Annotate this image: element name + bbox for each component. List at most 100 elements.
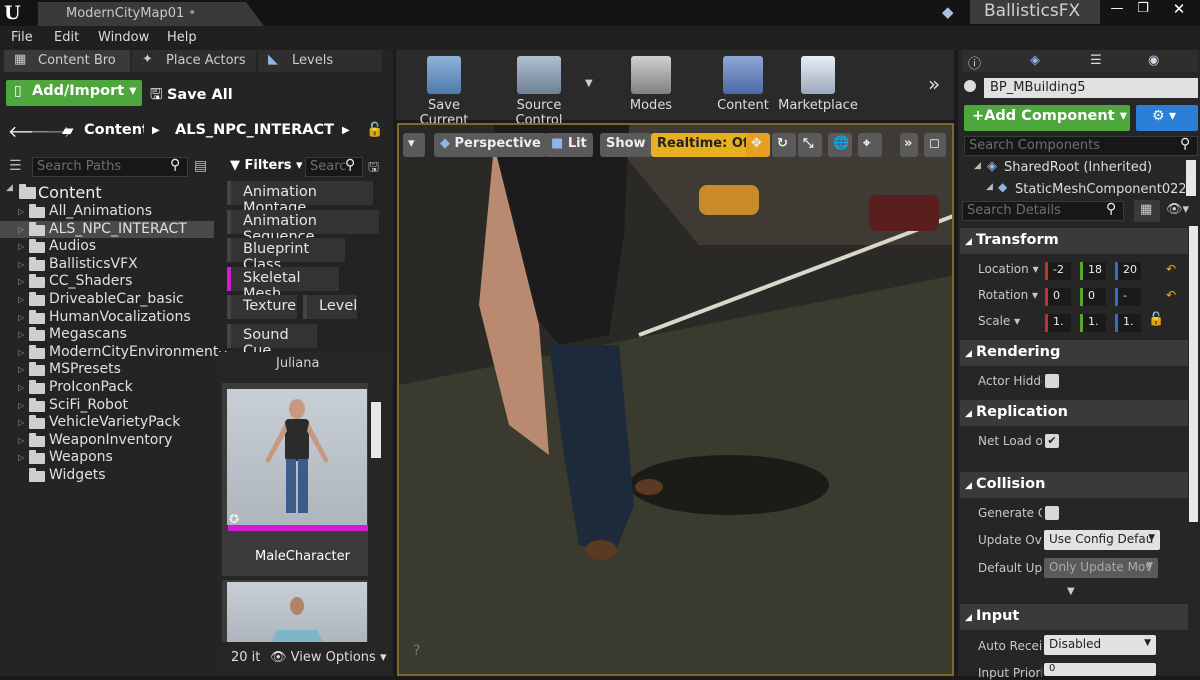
details-view-options-icon[interactable]: 👁▾ — [1166, 202, 1189, 217]
expand-staticmesh-icon[interactable]: ◢ — [986, 182, 993, 192]
sources-toggle-icon[interactable]: ☰ — [9, 158, 22, 174]
rotate-icon[interactable]: ↻ — [772, 133, 796, 157]
component-staticmesh[interactable]: StaticMeshComponent0226 — [1015, 182, 1185, 197]
save-all-button[interactable]: 🖫 Save All — [150, 84, 233, 109]
translate-icon[interactable]: ✥ — [746, 133, 770, 157]
breadcrumb-als-npc-interact[interactable]: ALS_NPC_INTERACT — [175, 122, 334, 138]
tree-folder-item[interactable]: ▷ ALS_NPC_INTERACT — [0, 220, 214, 238]
section-input[interactable]: ◢ Input — [960, 604, 1188, 630]
modes-button[interactable]: Modes — [626, 50, 676, 118]
reset-rotation-icon[interactable]: ↶ — [1166, 288, 1176, 302]
expand-folder-icon[interactable]: ▷ — [18, 344, 24, 361]
lit-button[interactable]: ■ Lit — [545, 133, 593, 157]
advanced-expand-icon[interactable]: ▼ — [1067, 586, 1075, 597]
tab-place-actors[interactable]: ✦ Place Actors — [132, 50, 256, 72]
filter-chip-sound-cue[interactable]: Sound Cue — [227, 324, 317, 359]
location-x-field[interactable]: -2 — [1045, 262, 1071, 280]
add-component-button[interactable]: +Add Component ▾ — [964, 105, 1130, 131]
generate-overlap-checkbox[interactable] — [1045, 506, 1059, 520]
filter-chip-texture[interactable]: Texture — [227, 295, 297, 319]
menu-window[interactable]: Window — [98, 30, 149, 45]
search-components-input[interactable]: Search Components — [964, 136, 1198, 156]
details-tab-icon[interactable]: ⓘ — [968, 53, 981, 72]
location-y-field[interactable]: 18 — [1080, 262, 1106, 280]
world-outliner-tab-icon[interactable]: ◈ — [1030, 53, 1040, 68]
expand-sharedroot-icon[interactable]: ◢ — [974, 161, 981, 171]
source-control-dropdown-icon[interactable]: ▼ — [585, 78, 593, 89]
tree-root-content[interactable]: Content — [38, 183, 102, 202]
realtime-toggle[interactable]: Realtime: Off — [651, 133, 760, 157]
rotation-z-field[interactable]: - — [1115, 288, 1141, 306]
expand-folder-icon[interactable]: ▷ — [18, 414, 24, 431]
reset-location-icon[interactable]: ↶ — [1166, 262, 1176, 276]
scale-z-field[interactable]: 1. — [1115, 314, 1141, 332]
default-update-select[interactable]: Only Update Mov ▼ — [1044, 558, 1158, 578]
filters-dropdown[interactable]: ▼ Filters ▾ — [230, 158, 303, 173]
expand-folder-icon[interactable]: ▷ — [18, 449, 24, 466]
actor-name-field[interactable]: BP_MBuilding5 — [984, 78, 1198, 98]
auto-receive-select[interactable]: Disabled ▼ — [1044, 635, 1156, 655]
perspective-button[interactable]: ◆ Perspective — [434, 133, 547, 157]
breadcrumb-content[interactable]: Content — [84, 122, 144, 138]
section-replication[interactable]: ◢ Replication — [960, 400, 1188, 426]
world-local-icon[interactable]: 🌐 — [828, 133, 852, 157]
source-control-button[interactable]: Source Control — [492, 50, 586, 128]
path-view-options-icon[interactable]: ▤ — [194, 158, 207, 174]
menu-help[interactable]: Help — [167, 30, 197, 45]
tree-folder-item[interactable]: ▷ DriveableCar_basic — [0, 291, 214, 308]
viewport-more-icon[interactable]: » — [900, 133, 918, 157]
expand-folder-icon[interactable]: ▷ — [18, 432, 24, 449]
viewport-options-dropdown[interactable]: ▾ — [403, 133, 425, 157]
expand-folder-icon[interactable]: ▷ — [18, 291, 24, 308]
search-paths-input[interactable]: Search Paths — [32, 157, 188, 177]
close-button[interactable]: ✕ — [1166, 0, 1192, 18]
update-overlaps-select[interactable]: Use Config Defau ▼ — [1044, 530, 1160, 550]
expand-root-icon[interactable]: ◢ — [6, 183, 13, 193]
expand-folder-icon[interactable]: ▷ — [18, 273, 24, 290]
tree-folder-item[interactable]: ▷ Weapons — [0, 449, 214, 466]
lock-icon[interactable]: 🔓 — [366, 122, 383, 138]
save-current-button[interactable]: Save Current — [402, 50, 486, 128]
viewport-help-icon[interactable]: ? — [413, 643, 420, 659]
tree-folder-item[interactable]: ▷ CC_Shaders — [0, 273, 214, 290]
scale-y-field[interactable]: 1. — [1080, 314, 1106, 332]
toolbar-overflow-icon[interactable]: » — [928, 72, 940, 96]
net-load-checkbox[interactable]: ✔ — [1045, 434, 1059, 448]
scale-icon[interactable]: ⤡ — [798, 133, 822, 157]
favorite-star-icon[interactable]: ✪ — [229, 512, 239, 526]
layers-tab-icon[interactable]: ◉ — [1148, 53, 1159, 68]
component-sharedroot[interactable]: SharedRoot (Inherited) — [1004, 160, 1152, 175]
expand-folder-icon[interactable]: ▷ — [18, 361, 24, 378]
location-z-field[interactable]: 20 — [1115, 262, 1141, 280]
content-button[interactable]: Content — [716, 50, 770, 118]
scale-lock-icon[interactable]: 🔓 — [1148, 312, 1164, 327]
tab-levels[interactable]: ◣ Levels — [258, 50, 382, 72]
expand-folder-icon[interactable]: ▷ — [18, 397, 24, 414]
expand-folder-icon[interactable]: ▷ — [18, 379, 24, 396]
rotation-x-field[interactable]: 0 — [1045, 288, 1071, 306]
section-transform[interactable]: ◢ Transform — [960, 228, 1188, 254]
property-matrix-icon[interactable]: ▦ — [1134, 200, 1160, 222]
expand-folder-icon[interactable]: ▷ — [18, 203, 24, 220]
actor-hidden-checkbox[interactable] — [1045, 374, 1059, 388]
maximize-button[interactable]: ❐ — [1130, 0, 1156, 18]
filter-chip-skeletal-mesh[interactable]: Skeletal Mesh — [227, 267, 339, 302]
tree-folder-item[interactable]: ▷ WeaponInventory — [0, 432, 214, 449]
show-button[interactable]: Show — [600, 133, 652, 157]
components-scrollbar[interactable] — [1186, 160, 1196, 196]
section-rendering[interactable]: ◢ Rendering — [960, 340, 1188, 366]
section-collision[interactable]: ◢ Collision — [960, 472, 1188, 498]
maximize-viewport-icon[interactable]: ◻ — [924, 133, 946, 157]
tree-folder-item[interactable]: ▷ SciFi_Robot — [0, 397, 214, 414]
world-settings-tab-icon[interactable]: ☰ — [1090, 53, 1102, 68]
scale-x-field[interactable]: 1. — [1045, 314, 1071, 332]
tree-folder-item[interactable]: ▷ VehicleVarietyPack — [0, 414, 214, 431]
expand-folder-icon[interactable]: ▷ — [18, 326, 24, 343]
tree-folder-item[interactable]: ▷ ProIconPack — [0, 379, 214, 396]
tree-folder-item[interactable]: ▷ MSPresets — [0, 361, 214, 378]
blueprint-options-button[interactable]: ⚙ ▾ — [1136, 105, 1198, 131]
marketplace-button[interactable]: Marketplace — [778, 50, 858, 118]
filter-chip-animation-montage[interactable]: Animation Montage — [227, 181, 373, 216]
search-details-input[interactable]: Search Details — [962, 201, 1124, 221]
expand-folder-icon[interactable]: ▷ — [18, 221, 24, 238]
